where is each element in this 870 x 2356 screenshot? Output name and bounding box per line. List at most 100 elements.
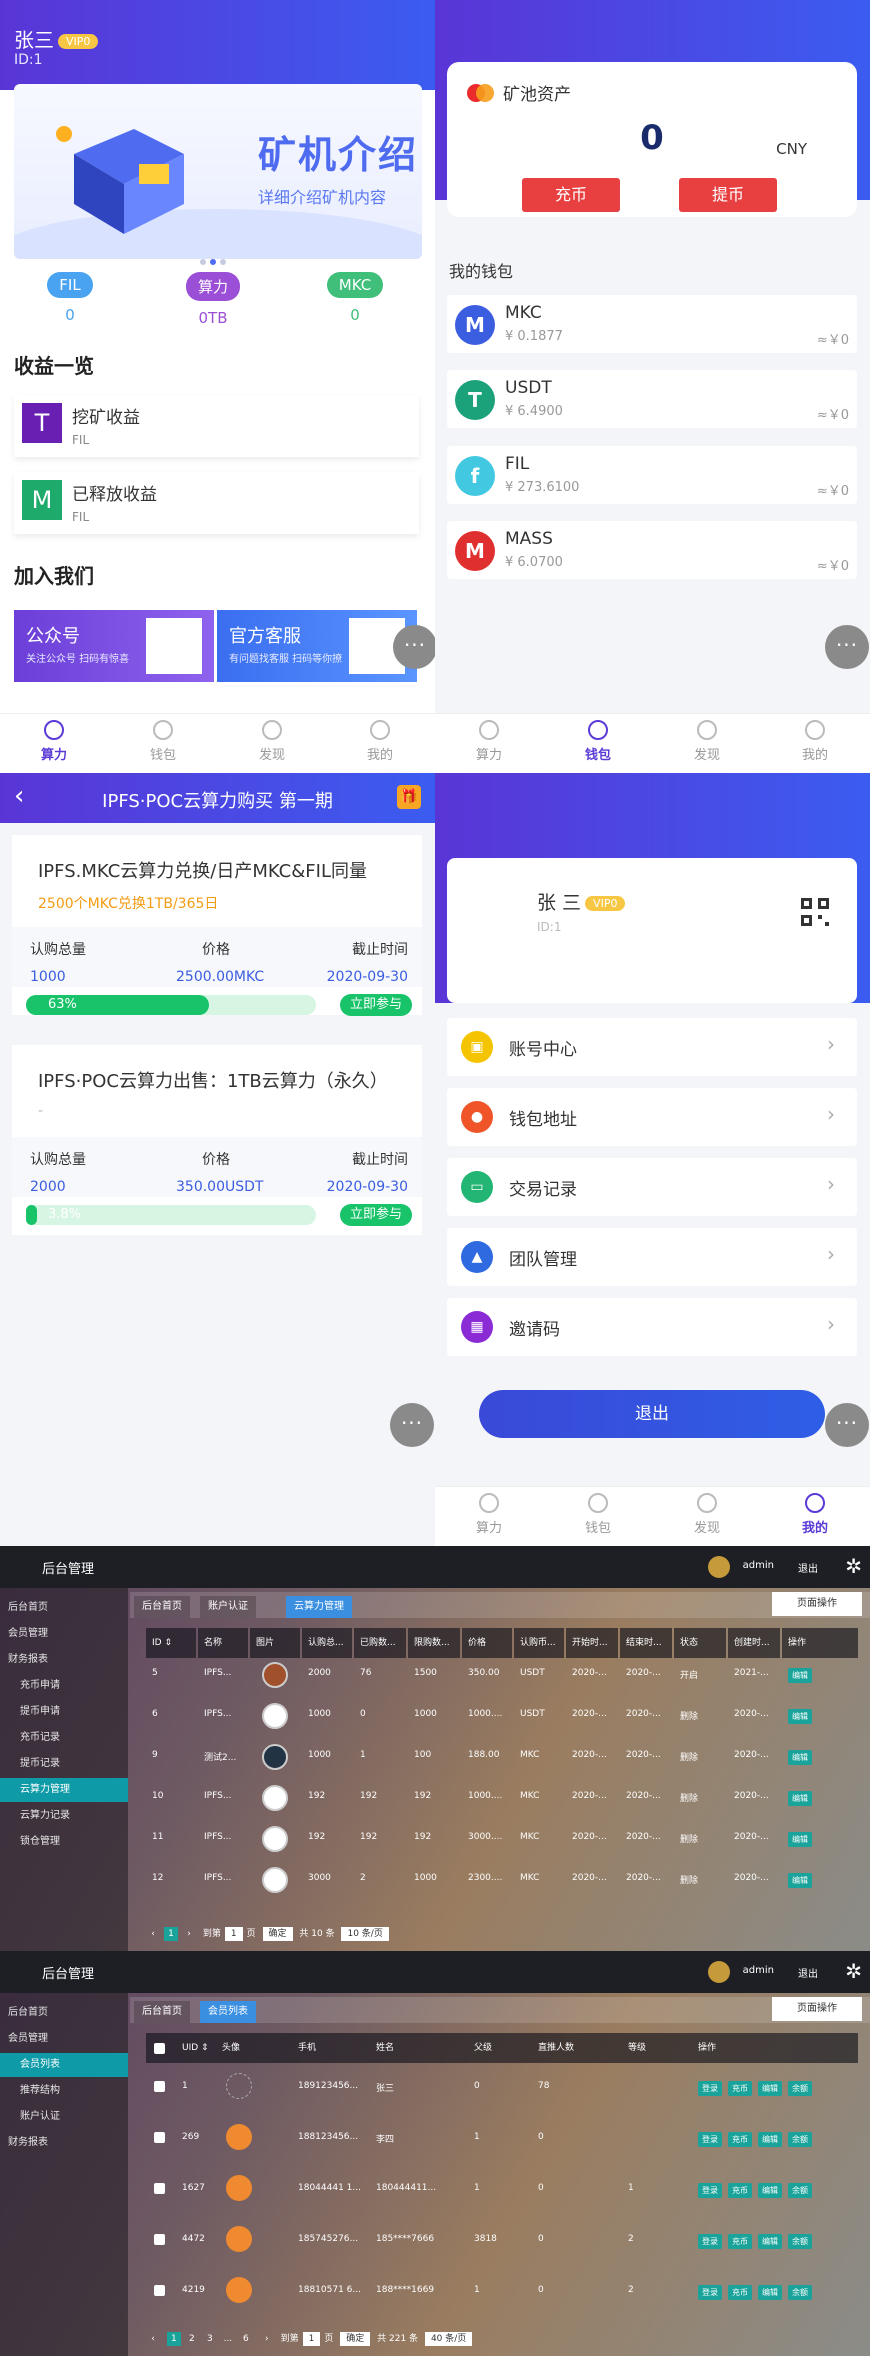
select-all-checkbox[interactable] [154, 2043, 165, 2054]
carousel-dots[interactable] [198, 250, 228, 269]
confirm-button[interactable]: 确定 [262, 1927, 293, 1941]
row-checkbox[interactable] [154, 2081, 165, 2092]
column-header[interactable]: 状态 [674, 1628, 726, 1658]
row-action-button[interactable]: 充币 [728, 2285, 752, 2300]
column-header[interactable]: UID ⇕ [176, 2033, 216, 2063]
more-button[interactable]: ··· [393, 625, 435, 669]
join-official-account[interactable]: 公众号 关注公众号 扫码有惊喜 [14, 610, 214, 682]
row-action-button[interactable]: 编辑 [758, 2285, 782, 2300]
edit-button[interactable]: 编辑 [788, 1791, 812, 1806]
more-button[interactable]: ··· [390, 1403, 434, 1447]
tab-mine[interactable]: 我的 [350, 720, 410, 763]
coin-usdt[interactable]: T USDT ¥ 6.4900 ≈￥0 [447, 370, 857, 428]
nav-account-auth[interactable]: 账户认证 [0, 2105, 128, 2129]
row-action-button[interactable]: 登录 [698, 2285, 722, 2300]
prev-page-icon[interactable]: ‹ [146, 1927, 160, 1941]
tab-account-auth[interactable]: 账户认证 [200, 1596, 256, 1618]
more-button[interactable]: ··· [825, 625, 869, 669]
page-size-select[interactable]: 40 条/页 [424, 2332, 473, 2346]
tab-home[interactable]: 后台首页 [134, 1596, 190, 1618]
coin-fil[interactable]: f FIL ¥ 273.6100 ≈￥0 [447, 446, 857, 504]
next-page-icon[interactable]: › [260, 2332, 274, 2346]
menu-account-center[interactable]: ▣ 账号中心 › [447, 1018, 857, 1076]
column-header[interactable]: 开始时... [566, 1628, 618, 1658]
tab-hashrate-manage[interactable]: 云算力管理 [286, 1596, 352, 1618]
row-checkbox[interactable] [154, 2285, 165, 2296]
column-header[interactable]: 价格 [462, 1628, 512, 1658]
row-action-button[interactable]: 充币 [728, 2234, 752, 2249]
coin-mass[interactable]: M MASS ¥ 6.0700 ≈￥0 [447, 521, 857, 579]
column-header[interactable]: 等级 [622, 2033, 692, 2063]
stat-fil[interactable]: FIL 0 [40, 272, 100, 324]
deposit-button[interactable]: 充币 [522, 178, 620, 212]
row-action-button[interactable]: 充币 [728, 2081, 752, 2096]
prev-page-icon[interactable]: ‹ [146, 2332, 160, 2346]
column-header[interactable]: 姓名 [370, 2033, 468, 2063]
row-action-button[interactable]: 充币 [728, 2183, 752, 2198]
join-now-button[interactable]: 立即参与 [340, 1204, 412, 1226]
row-action-button[interactable]: 登录 [698, 2183, 722, 2198]
column-header[interactable]: ID ⇕ [146, 1628, 196, 1658]
row-action-button[interactable]: 编辑 [758, 2132, 782, 2147]
page-operations-dropdown[interactable]: 页面操作 [772, 1997, 862, 2021]
nav-deposit-records[interactable]: 充币记录 [0, 1726, 128, 1750]
row-action-button[interactable]: 余额 [788, 2183, 812, 2198]
row-action-button[interactable]: 充币 [728, 2132, 752, 2147]
next-page-icon[interactable]: › [182, 1927, 196, 1941]
nav-home[interactable]: 后台首页 [0, 2001, 128, 2025]
gift-icon[interactable]: 🎁 [397, 785, 421, 809]
edit-button[interactable]: 编辑 [788, 1668, 812, 1683]
tab-home[interactable]: 后台首页 [134, 2001, 190, 2023]
row-action-button[interactable]: 编辑 [758, 2081, 782, 2096]
column-header[interactable]: 操作 [782, 1628, 858, 1658]
tab-member-list[interactable]: 会员列表 [200, 2001, 256, 2023]
column-header[interactable]: 名称 [198, 1628, 248, 1658]
tab-mine[interactable]: 我的 [785, 1493, 845, 1536]
stat-hashrate[interactable]: 算力 0TB [183, 272, 243, 327]
nav-hashrate-records[interactable]: 云算力记录 [0, 1804, 128, 1828]
row-checkbox[interactable] [154, 2132, 165, 2143]
page-operations-dropdown[interactable]: 页面操作 [772, 1592, 862, 1616]
row-action-button[interactable]: 余额 [788, 2132, 812, 2147]
edit-button[interactable]: 编辑 [788, 1873, 812, 1888]
tab-discover[interactable]: 发现 [242, 720, 302, 763]
tab-wallet[interactable]: 钱包 [568, 1493, 628, 1536]
avatar[interactable] [708, 1556, 730, 1578]
settings-icon[interactable]: ✲ [845, 1959, 862, 1983]
column-header[interactable]: 头像 [216, 2033, 292, 2063]
row-action-button[interactable]: 编辑 [758, 2234, 782, 2249]
menu-team[interactable]: ▲ 团队管理 › [447, 1228, 857, 1286]
menu-invite-code[interactable]: ▦ 邀请码 › [447, 1298, 857, 1356]
nav-home[interactable]: 后台首页 [0, 1596, 128, 1620]
column-header[interactable]: 限购数... [408, 1628, 460, 1658]
page-input[interactable]: 1 [302, 2332, 321, 2346]
earning-mining[interactable]: T 挖矿收益 FIL [14, 395, 419, 457]
banner[interactable]: 矿机介绍 详细介绍矿机内容 [14, 84, 422, 259]
join-customer-service[interactable]: 官方客服 有问题找客服 扫码等你撩 [217, 610, 417, 682]
join-now-button[interactable]: 立即参与 [340, 994, 412, 1016]
nav-member[interactable]: 会员管理 [0, 2027, 128, 2051]
avatar[interactable] [708, 1961, 730, 1983]
logout-link[interactable]: 退出 [798, 1560, 818, 1575]
qr-code-icon[interactable] [801, 898, 829, 926]
row-checkbox[interactable] [154, 2183, 165, 2194]
column-header[interactable]: 操作 [692, 2033, 858, 2063]
confirm-button[interactable]: 确定 [340, 2332, 371, 2346]
column-header[interactable]: 认购总... [302, 1628, 352, 1658]
column-header[interactable]: 父级 [468, 2033, 532, 2063]
nav-deposit-apply[interactable]: 充币申请 [0, 1674, 128, 1698]
nav-lock-manage[interactable]: 锁仓管理 [0, 1830, 128, 1854]
tab-wallet[interactable]: 钱包 [133, 720, 193, 763]
row-checkbox[interactable] [154, 2234, 165, 2245]
nav-withdraw-records[interactable]: 提币记录 [0, 1752, 128, 1776]
tab-hashrate[interactable]: 算力 [459, 1493, 519, 1536]
row-action-button[interactable]: 登录 [698, 2234, 722, 2249]
column-header[interactable]: 认购币... [514, 1628, 564, 1658]
column-header[interactable]: 创建时... [728, 1628, 780, 1658]
row-action-button[interactable]: 余额 [788, 2285, 812, 2300]
column-header[interactable]: 已购数... [354, 1628, 406, 1658]
page-size-select[interactable]: 10 条/页 [341, 1927, 389, 1941]
nav-hashrate-manage[interactable]: 云算力管理 [0, 1778, 128, 1802]
withdraw-button[interactable]: 提币 [679, 178, 777, 212]
tab-hashrate[interactable]: 算力 [24, 720, 84, 763]
